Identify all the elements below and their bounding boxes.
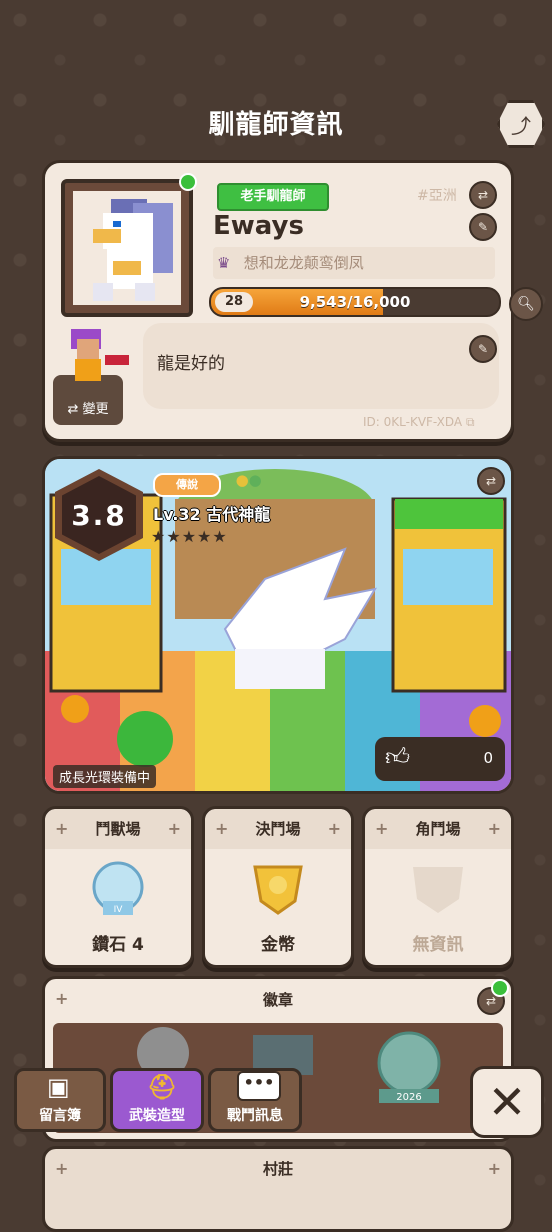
element-icons: ❀●●	[223, 471, 262, 489]
avatar-image	[73, 191, 181, 305]
player-name: Eways	[213, 211, 304, 241]
badges-title: 徽章	[262, 991, 293, 1009]
like-button[interactable]: 👍︎ 0	[375, 737, 505, 781]
element-icon: ●	[248, 471, 262, 489]
arena-panel-gladiator[interactable]: 角鬥場 + + 無資訊	[362, 806, 514, 968]
clan-bar[interactable]: ♛ 想和龙龙颠鸾倒凤	[213, 247, 495, 279]
swap-icon: ⇄	[485, 474, 497, 488]
pet-name: Lv.32 古代神龍	[153, 505, 271, 524]
like-count: 0	[483, 749, 493, 767]
level-badge: 28	[215, 292, 253, 312]
plus-icon: +	[55, 819, 69, 838]
bio-bubble: 龍是好的	[143, 323, 499, 409]
score-value: 3.8	[62, 476, 136, 554]
plus-icon: +	[487, 1159, 501, 1178]
arena-value: 無資訊	[412, 935, 464, 955]
pet-stars: ★★★★★	[151, 527, 228, 546]
tab-guestbook[interactable]: ▣ 留言簿	[14, 1068, 106, 1132]
plus-icon: +	[375, 819, 389, 838]
pet-showcase: 3.8 傳說 ❀●● Lv.32 古代神龍 ★★★★★ ⇄ 成長光環裝備中 👍︎…	[42, 456, 514, 794]
tab-armor-skin[interactable]: ⛑ 武裝造型	[110, 1068, 204, 1132]
plus-icon: +	[55, 989, 69, 1008]
character-sprite	[59, 325, 129, 395]
edit-bio-button[interactable]: ✎	[469, 335, 497, 363]
region-label: #亞洲	[417, 188, 457, 204]
helmet-icon: ⛑	[147, 1073, 178, 1101]
clan-name: 想和龙龙颠鸾倒凤	[243, 254, 364, 272]
rank-tier-label: IV	[114, 905, 124, 915]
close-button[interactable]: ✕	[470, 1066, 544, 1138]
tab-label: 留言簿	[39, 1108, 81, 1124]
change-label: 變更	[82, 402, 109, 417]
xp-details-button[interactable]: 🔍︎	[509, 287, 543, 321]
aura-status: 成長光環裝備中	[53, 765, 157, 788]
xp-text: 9,543/16,000	[299, 293, 411, 311]
bio-text: 龍是好的	[157, 354, 225, 374]
player-id[interactable]: ID: 0KL-KVF-XDA ⧉	[363, 415, 475, 430]
swap-icon: ⇄	[67, 402, 83, 417]
page-title: 馴龍師資訊	[208, 110, 344, 140]
arena-value: 鑽石 4	[92, 935, 144, 955]
close-icon: ✕	[487, 1075, 527, 1129]
gold-rank-icon	[253, 865, 303, 915]
plus-icon: +	[487, 819, 501, 838]
edit-name-button[interactable]: ✎	[469, 213, 497, 241]
badge-year: 2026	[396, 1092, 421, 1103]
tab-label: 武裝造型	[129, 1108, 185, 1124]
village-title: 村莊	[262, 1160, 293, 1178]
rank-badge: 老手馴龍師	[217, 183, 329, 211]
xp-bar: 9,543/16,000 28	[209, 287, 501, 317]
online-status-dot	[179, 173, 197, 191]
avatar[interactable]	[61, 179, 193, 317]
element-icon: ❀	[223, 471, 236, 489]
empty-rank-icon	[413, 867, 463, 913]
chat-bubble-icon: •••	[237, 1071, 281, 1101]
share-icon: ⤴	[511, 113, 531, 138]
rarity-badge: 傳說	[153, 473, 221, 497]
plus-icon: +	[55, 1159, 69, 1178]
pencil-icon: ✎	[477, 220, 489, 234]
copy-icon: ⧉	[465, 415, 475, 429]
plus-icon: +	[327, 819, 341, 838]
notification-dot	[491, 979, 509, 997]
clan-emblem-icon: ♛	[217, 254, 231, 272]
tab-battle-messages[interactable]: ••• 戰鬥訊息	[208, 1068, 302, 1132]
pencil-icon: ✎	[477, 342, 489, 356]
plus-icon: +	[215, 819, 229, 838]
arena-panel-colosseum[interactable]: 鬥獸場 + + IV 鑽石 4	[42, 806, 194, 968]
village-panel: 村莊 + +	[42, 1146, 514, 1232]
swap-pet-button[interactable]: ⇄	[477, 467, 505, 495]
tab-label: 戰鬥訊息	[227, 1108, 283, 1124]
thumbs-up-icon: 👍︎	[385, 743, 411, 771]
profile-card: 老手馴龍師 #亞洲 ⇄ Eways ✎ ♛ 想和龙龙颠鸾倒凤 9,543/16,…	[42, 160, 543, 442]
swap-icon: ⇄	[477, 188, 489, 202]
player-id-text: ID: 0KL-KVF-XDA	[363, 415, 463, 429]
region-change-button[interactable]: ⇄	[469, 181, 497, 209]
plus-icon: +	[167, 819, 181, 838]
element-icon: ●	[235, 471, 249, 489]
magnifier-icon: 🔍︎	[517, 296, 535, 312]
arena-panel-duel[interactable]: 決鬥場 + + 金幣	[202, 806, 354, 968]
swap-icon: ⇄	[485, 994, 497, 1008]
arena-value: 金幣	[261, 935, 295, 955]
diamond-rank-icon: IV	[92, 861, 144, 915]
guestbook-icon: ▣	[47, 1073, 70, 1101]
